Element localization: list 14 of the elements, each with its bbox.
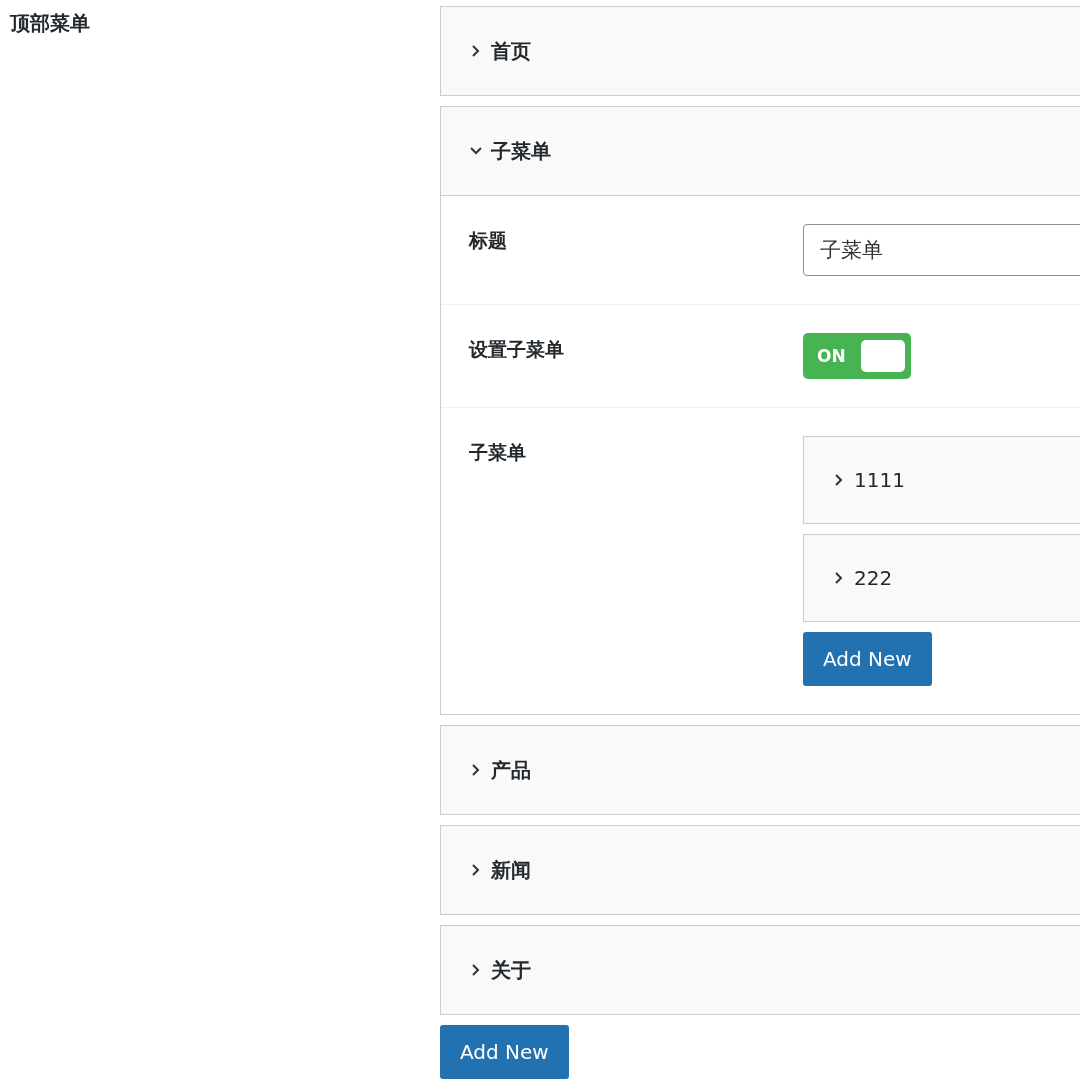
title-input[interactable]: 子菜单 [803,224,1080,276]
section-label: 顶部菜单 [10,11,90,35]
accordion-header[interactable]: 关于 [441,926,1080,1014]
accordion-header[interactable]: 产品 [441,726,1080,814]
add-new-button[interactable]: Add New [803,632,932,686]
accordion-header[interactable]: 子菜单 [441,107,1080,195]
accordion-header[interactable]: 首页 [441,7,1080,95]
accordion-header[interactable]: 新闻 [441,826,1080,914]
accordion-header[interactable]: 1111 [803,436,1080,524]
field-label: 设置子菜单 [469,338,564,360]
add-new-button[interactable]: Add New [440,1025,569,1079]
field-label: 标题 [469,229,507,251]
accordion-header[interactable]: 222 [803,534,1080,622]
field-label: 子菜单 [469,441,526,463]
